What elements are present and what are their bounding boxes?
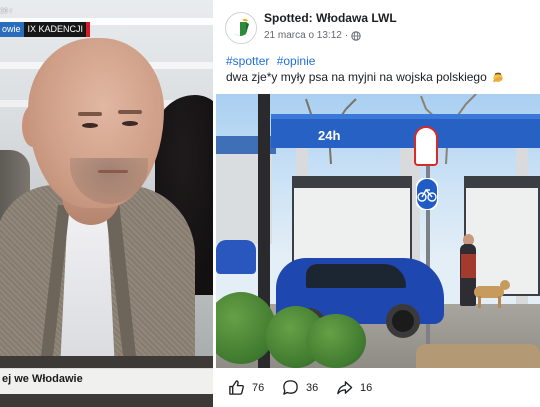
eyebrow — [118, 110, 142, 114]
share-icon — [337, 381, 353, 395]
post-hashtags: #spotter #opinie — [226, 54, 319, 68]
share-button[interactable]: 16 — [336, 379, 390, 396]
canopy-label: 24h — [318, 128, 341, 143]
hashtag-link[interactable]: #opinie — [277, 54, 316, 68]
eye — [122, 121, 138, 126]
dog — [498, 296, 501, 308]
tag-town: owie — [0, 22, 24, 37]
share-count: 16 — [360, 381, 373, 394]
session-tag: owie IX KADENCJI — [0, 22, 91, 37]
post-body: dwa zje*y myły psa na myjni na wojska po… — [226, 70, 487, 84]
eye — [82, 123, 98, 128]
carwash-canopy — [271, 114, 540, 148]
facepalm-emoji — [493, 72, 503, 83]
comment-button[interactable]: 36 — [282, 379, 336, 396]
video-still: 26 r owie IX KADENCJI ej we Włodawie — [0, 0, 213, 407]
page-avatar[interactable] — [225, 12, 257, 44]
comment-count: 36 — [306, 381, 319, 394]
mouth — [98, 170, 128, 173]
page-logo-icon — [227, 14, 256, 43]
date-fragment: 26 r — [0, 8, 13, 15]
tag-term: IX KADENCJI — [23, 22, 91, 37]
post-date[interactable]: 21 marca o 13:12 — [264, 30, 342, 41]
post-text: dwa zje*y myły psa na myjni na wojska po… — [226, 70, 504, 84]
blue-car-window — [306, 264, 406, 288]
like-icon — [229, 380, 244, 395]
wash-bay-header — [466, 178, 538, 188]
eyebrow — [78, 112, 102, 116]
facebook-post: Spotted: Włodawa LWL 21 marca o 13:12 · … — [216, 0, 540, 407]
car-wheel — [386, 304, 420, 338]
post-meta: 21 marca o 13:12 · — [264, 30, 361, 41]
parked-car — [216, 240, 256, 274]
globe-icon — [351, 30, 361, 41]
no-entry-sign — [414, 126, 438, 166]
comment-icon — [283, 380, 298, 395]
like-button[interactable]: 76 — [228, 379, 282, 396]
like-count: 76 — [252, 381, 265, 394]
post-actions: 76 36 16 — [216, 368, 540, 407]
hashtag-link[interactable]: #spotter — [226, 54, 269, 68]
bush — [306, 314, 366, 368]
page-name[interactable]: Spotted: Włodawa LWL — [264, 11, 397, 25]
dog — [500, 280, 510, 290]
person — [461, 254, 476, 278]
dog — [478, 296, 481, 308]
bicycle-icon — [416, 178, 438, 210]
wash-bay-header — [294, 178, 410, 188]
post-photo[interactable]: 24h — [216, 94, 540, 368]
meta-separator: · — [344, 30, 349, 41]
shirt — [60, 200, 115, 370]
dry-shrubs — [416, 344, 540, 368]
video-caption: ej we Włodawie — [2, 373, 83, 385]
